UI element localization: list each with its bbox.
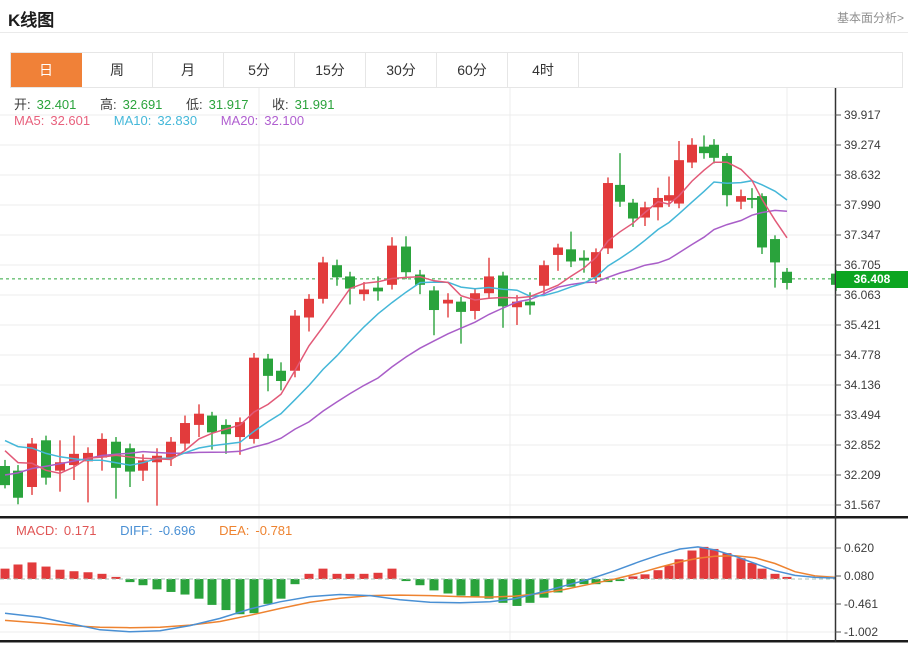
- ma20-label: MA20:: [221, 113, 259, 128]
- price-axis-label: 34.136: [844, 378, 881, 392]
- tab-month[interactable]: 月: [153, 53, 224, 87]
- tab-15min[interactable]: 15分: [295, 53, 366, 87]
- price-current-badge: 36.408: [836, 271, 908, 288]
- price-axis-label: 37.347: [844, 228, 881, 242]
- tab-week[interactable]: 周: [82, 53, 153, 87]
- macd-axis-label: 0.080: [844, 569, 874, 583]
- dea-value: -0.781: [255, 523, 292, 538]
- price-axis-label: 35.421: [844, 318, 881, 332]
- ma5-value: 32.601: [50, 113, 90, 128]
- tab-day[interactable]: 日: [11, 53, 82, 87]
- chart-frame: [0, 88, 908, 643]
- ma10-value: 32.830: [157, 113, 197, 128]
- price-axis-label: 37.990: [844, 198, 881, 212]
- price-axis-label: 34.778: [844, 348, 881, 362]
- macd-axis-label: -0.461: [844, 597, 878, 611]
- high-value: 32.691: [123, 97, 163, 112]
- price-axis-label: 39.274: [844, 138, 881, 152]
- tab-30min[interactable]: 30分: [366, 53, 437, 87]
- low-label: 低:: [186, 97, 203, 112]
- close-value: 31.991: [295, 97, 335, 112]
- tab-60min[interactable]: 60分: [437, 53, 508, 87]
- ma10-label: MA10:: [114, 113, 152, 128]
- kline-panel: K线图 基本面分析> 日 周 月 5分 15分 30分 60分 4时 开: 32.…: [0, 0, 908, 647]
- macd-axis-label: 0.620: [844, 541, 874, 555]
- open-label: 开:: [14, 97, 31, 112]
- price-axis-label: 33.494: [844, 408, 881, 422]
- price-axis-label: 36.705: [844, 258, 881, 272]
- close-label: 收:: [272, 97, 289, 112]
- macd-value: 0.171: [64, 523, 97, 538]
- price-axis-label: 39.917: [844, 108, 881, 122]
- ma-legend: MA5: 32.601 MA10: 32.830 MA20: 32.100: [14, 113, 310, 128]
- candlesticks: [0, 135, 841, 505]
- tab-4hour[interactable]: 4时: [508, 53, 579, 87]
- header-divider: [0, 32, 908, 33]
- price-axis-label: 32.852: [844, 438, 881, 452]
- ma5-label: MA5:: [14, 113, 44, 128]
- high-label: 高:: [100, 97, 117, 112]
- open-value: 32.401: [37, 97, 77, 112]
- dea-label: DEA:: [219, 523, 249, 538]
- macd-label: MACD:: [16, 523, 58, 538]
- price-axis-label: 38.632: [844, 168, 881, 182]
- macd-legend: MACD: 0.171 DIFF: -0.696 DEA: -0.781: [16, 523, 298, 538]
- diff-label: DIFF:: [120, 523, 153, 538]
- price-axis-label: 36.063: [844, 288, 881, 302]
- page-title: K线图: [8, 6, 54, 31]
- ma-lines: [5, 162, 787, 475]
- tab-5min[interactable]: 5分: [224, 53, 295, 87]
- ma20-value: 32.100: [264, 113, 304, 128]
- timeframe-tabbar: 日 周 月 5分 15分 30分 60分 4时: [10, 52, 903, 88]
- fundamental-analysis-link[interactable]: 基本面分析>: [837, 9, 904, 26]
- low-value: 31.917: [209, 97, 249, 112]
- price-axis-label: 31.567: [844, 498, 881, 512]
- ohlc-legend: 开: 32.401 高: 32.691 低: 31.917 收: 31.991: [14, 94, 340, 113]
- price-axis-label: 32.209: [844, 468, 881, 482]
- macd-axis-label: -1.002: [844, 625, 878, 639]
- diff-value: -0.696: [159, 523, 196, 538]
